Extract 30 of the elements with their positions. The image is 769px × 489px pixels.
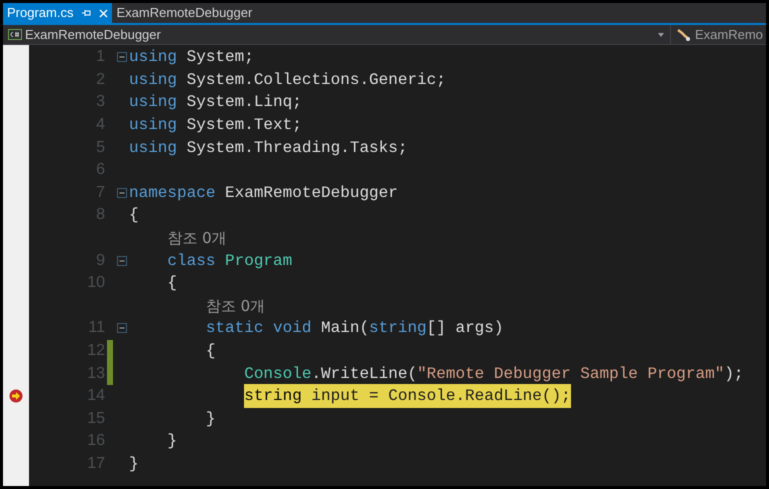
- code-line: using System.Linq;: [129, 92, 302, 114]
- code-line: using System.Threading.Tasks;: [129, 138, 408, 159]
- member-dropdown[interactable]: ExamRemo: [671, 25, 766, 44]
- csharp-file-icon: [8, 29, 22, 40]
- code-line: }: [167, 431, 178, 452]
- collapse-icon[interactable]: [117, 188, 127, 198]
- reference-count[interactable]: 참조 0개: [206, 294, 266, 318]
- code-line: Console.WriteLine("Remote Debugger Sample Program");: [244, 364, 744, 385]
- code-line: class Program: [167, 250, 292, 272]
- wrench-icon: [677, 28, 691, 41]
- code-line: {: [129, 205, 139, 226]
- code-line: }: [129, 454, 139, 475]
- code-line: using System.Text;: [129, 115, 302, 136]
- project-dropdown[interactable]: ExamRemoteDebugger: [3, 25, 671, 44]
- file-tab[interactable]: ExamRemoteDebugger: [112, 3, 256, 23]
- reference-count[interactable]: 참조 0개: [167, 226, 227, 250]
- dropdown-caret-icon: [658, 32, 664, 36]
- collapse-icon[interactable]: [117, 256, 127, 266]
- pin-icon[interactable]: [81, 8, 92, 18]
- code-line: static void Main(string[] args): [206, 318, 504, 340]
- close-icon[interactable]: [99, 8, 108, 18]
- code-line: using System;: [129, 47, 254, 68]
- collapse-icon[interactable]: [117, 323, 127, 334]
- collapse-icon[interactable]: [117, 52, 127, 62]
- code-line: {: [206, 341, 216, 362]
- code-line: namespace ExamRemoteDebugger: [129, 182, 398, 204]
- code-line: }: [206, 408, 216, 430]
- code-line: using System.Collections.Generic;: [129, 70, 446, 91]
- file-tab[interactable]: Program.cs: [3, 3, 112, 23]
- code-line: {: [167, 273, 178, 294]
